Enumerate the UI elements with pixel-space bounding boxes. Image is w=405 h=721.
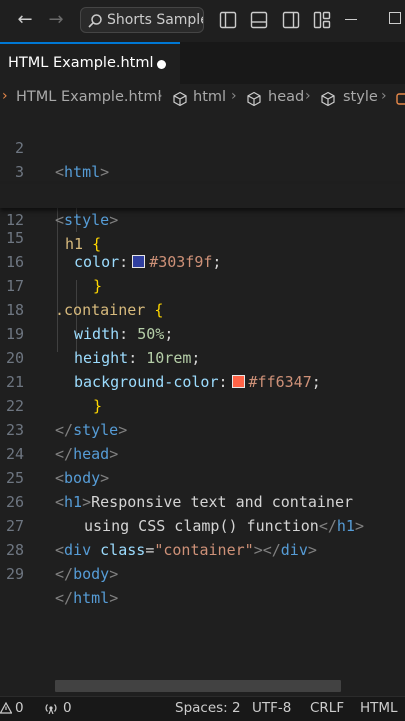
code-line[interactable]: 18 width: 50%;: [0, 274, 405, 343]
minimize-icon[interactable]: [345, 19, 357, 20]
code-editor[interactable]: 2 <html> 3 <head> 4 <style> 12 h1 { 15 c…: [0, 112, 405, 680]
tag-name: html: [73, 589, 110, 607]
breadcrumb-style[interactable]: style: [343, 89, 378, 105]
horizontal-scrollbar[interactable]: [55, 680, 341, 692]
encoding-status[interactable]: UTF-8: [252, 700, 291, 716]
code-line[interactable]: 23 </head>: [0, 394, 405, 463]
chevron-right-icon: ›: [2, 88, 8, 104]
unsaved-dot-icon[interactable]: [157, 60, 166, 69]
breadcrumb: › HTML Example.html › html › head › styl…: [0, 84, 405, 112]
code-line[interactable]: 19 height: 10rem;: [0, 298, 405, 367]
toggle-panel-icon[interactable]: [250, 11, 268, 29]
code-line[interactable]: 21 }: [0, 346, 405, 415]
code-line[interactable]: 25 <h1>Responsive text and container: [0, 442, 405, 511]
line-number: 12: [5, 211, 24, 229]
symbol-rule-icon: [396, 93, 405, 105]
code-line[interactable]: 2 <html>: [0, 112, 405, 181]
problems-count[interactable]: 0: [15, 700, 24, 716]
css-selector: h1: [65, 235, 84, 253]
broadcast-icon[interactable]: [44, 702, 58, 714]
code-line[interactable]: 29 </html>: [0, 538, 405, 607]
line-number: 29: [5, 565, 24, 583]
chevron-right-icon: ›: [381, 88, 387, 104]
breadcrumb-head[interactable]: head: [268, 89, 304, 105]
chevron-right-icon: ›: [157, 88, 163, 104]
breadcrumb-html[interactable]: html: [193, 89, 226, 105]
symbol-element-icon: [247, 91, 261, 107]
language-mode-status[interactable]: HTML: [360, 700, 398, 716]
breadcrumb-file[interactable]: HTML Example.html: [16, 89, 162, 105]
code-line[interactable]: 16 }: [0, 226, 405, 295]
code-line[interactable]: 4 <style>: [0, 160, 405, 229]
title-bar: ← → Shorts Samples: [0, 0, 405, 42]
code-line[interactable]: 17 .container {: [0, 250, 405, 319]
customize-layout-icon[interactable]: [313, 11, 331, 29]
command-center-search[interactable]: Shorts Samples: [80, 7, 204, 33]
toggle-primary-sidebar-icon[interactable]: [219, 11, 237, 29]
tab-html-example[interactable]: HTML Example.html: [0, 42, 180, 84]
search-label: Shorts Samples: [107, 12, 203, 28]
arrow-right-icon[interactable]: →: [45, 8, 67, 32]
tag-name: body: [73, 565, 110, 583]
search-icon: [88, 14, 102, 28]
arrow-left-icon[interactable]: ←: [14, 8, 36, 32]
code-line[interactable]: 20 background-color: #ff6347;: [0, 322, 405, 391]
code-line[interactable]: 3 <head>: [0, 136, 405, 205]
code-line[interactable]: 22 </style>: [0, 370, 405, 439]
sticky-scroll-line[interactable]: 12 h1 {: [0, 184, 405, 253]
code-line[interactable]: 26 using CSS clamp() function</h1>: [0, 466, 405, 535]
chevron-right-icon: ›: [305, 88, 311, 104]
status-bar: 0 0 Spaces: 2 UTF-8 CRLF HTML: [0, 696, 405, 721]
ports-count[interactable]: 0: [63, 700, 72, 716]
eol-status[interactable]: CRLF: [310, 700, 344, 716]
symbol-element-icon: [173, 91, 187, 107]
symbol-element-icon: [321, 91, 335, 107]
warning-icon[interactable]: [0, 702, 12, 714]
tab-bar: HTML Example.html: [0, 42, 405, 85]
chevron-right-icon: ›: [231, 88, 237, 104]
code-line[interactable]: 28 </body>: [0, 514, 405, 583]
indentation-status[interactable]: Spaces: 2: [175, 700, 241, 716]
tab-label: HTML Example.html: [8, 55, 154, 71]
maximize-icon[interactable]: [389, 12, 401, 24]
toggle-secondary-sidebar-icon[interactable]: [282, 11, 300, 29]
code-line[interactable]: 24 <body>: [0, 418, 405, 487]
code-line[interactable]: 27 <div class="container"></div>: [0, 490, 405, 559]
